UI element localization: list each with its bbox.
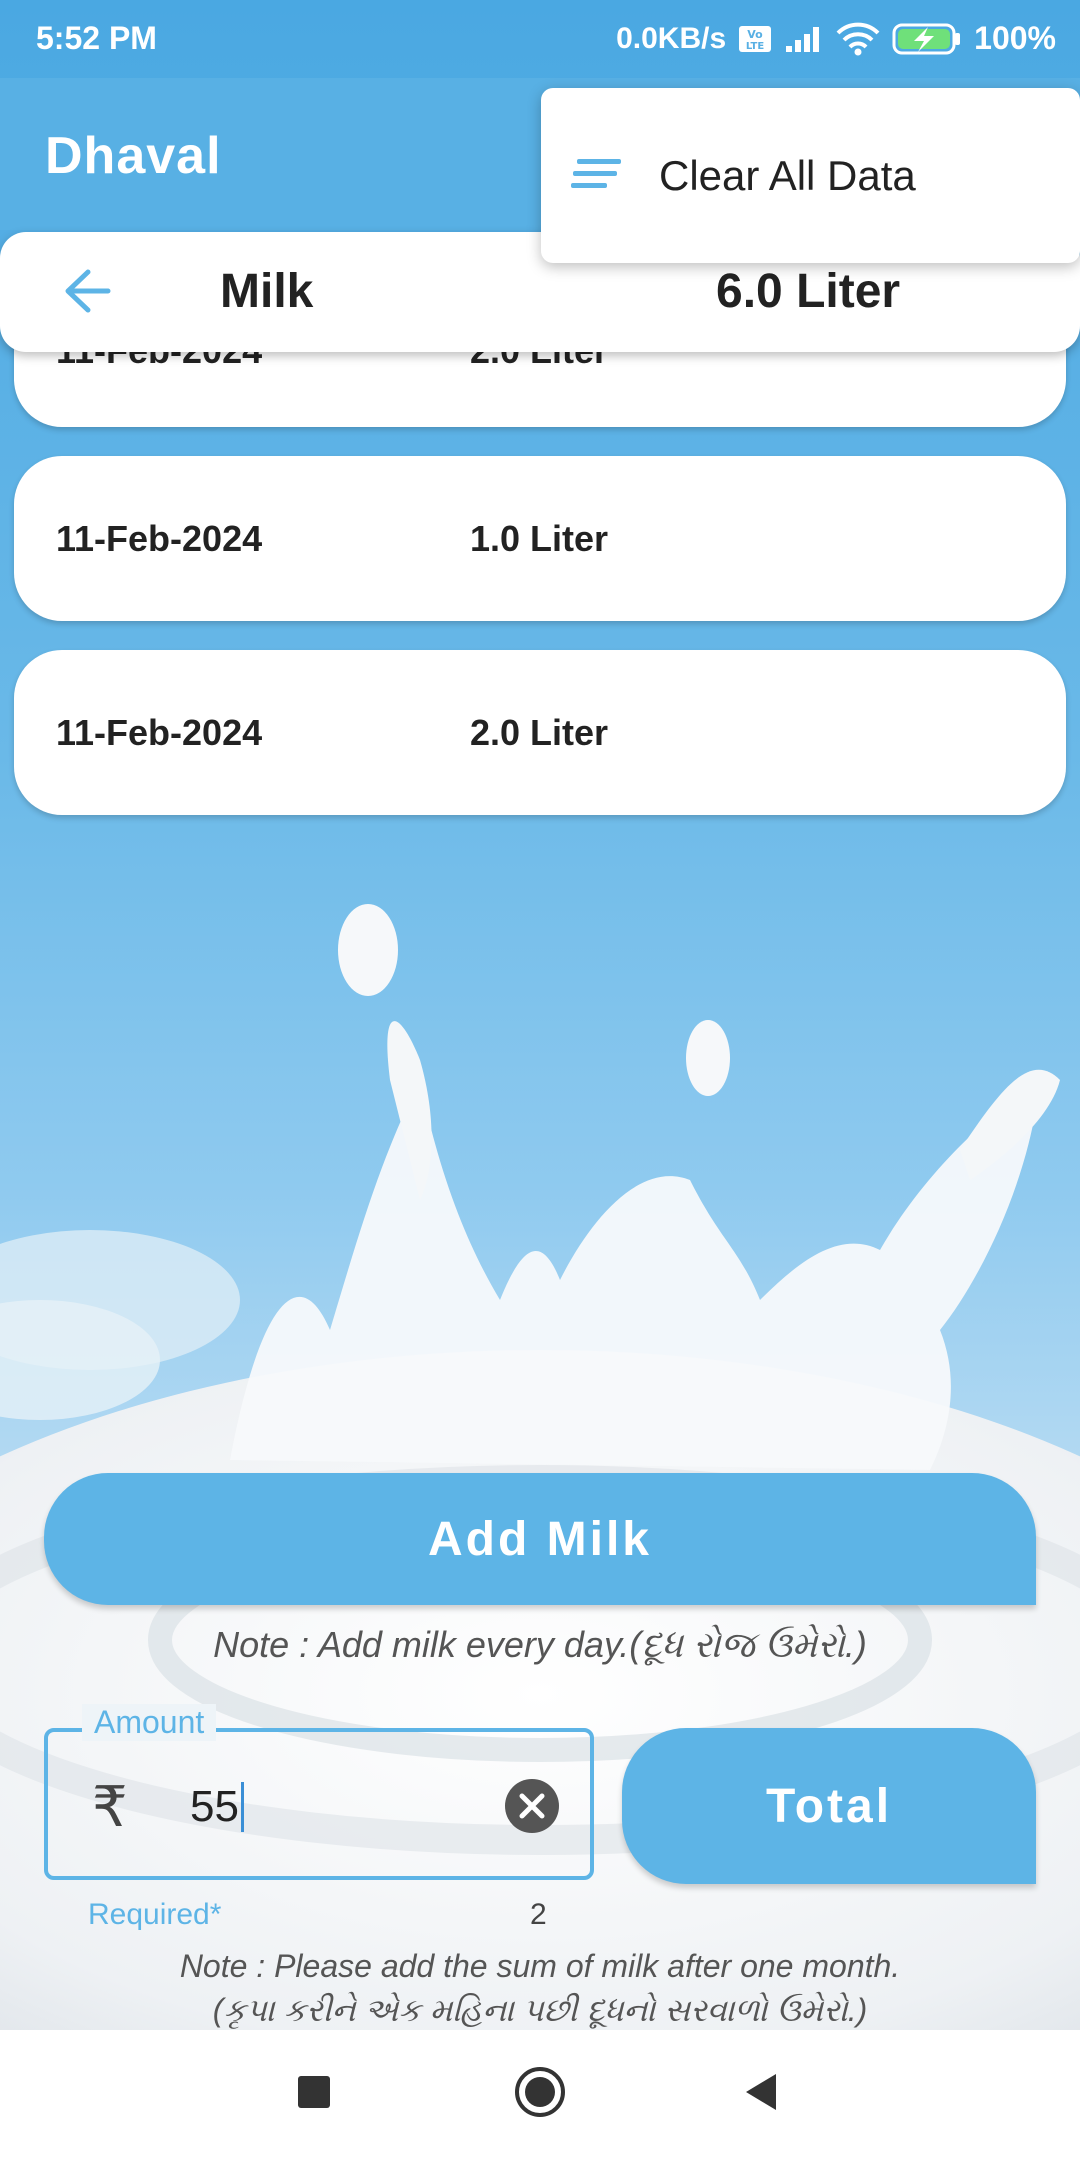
home-circle-icon[interactable] [514, 2066, 566, 2123]
arrow-left-icon[interactable] [62, 268, 112, 319]
app-title: Dhaval [45, 127, 222, 185]
volte-icon: Vo LTE [738, 24, 772, 54]
char-counter: 2 [530, 1898, 547, 1931]
svg-text:LTE: LTE [746, 41, 765, 52]
menu-item-label: Clear All Data [659, 152, 916, 199]
amount-field[interactable]: Amount ₹ 55 [44, 1704, 594, 1880]
wifi-icon [836, 22, 880, 56]
total-button[interactable]: Total [622, 1728, 1036, 1884]
list-item[interactable]: 11-Feb-2024 1.0 Liter [14, 456, 1066, 621]
required-helper: Required* [88, 1898, 222, 1931]
menu-item-clear-all-data[interactable]: Clear All Data [571, 152, 916, 200]
entry-quantity: 2.0 Liter [470, 712, 609, 753]
network-speed: 0.0KB/s [616, 21, 727, 55]
text-caret [240, 1782, 244, 1832]
entry-quantity: 1.0 Liter [470, 518, 609, 559]
monthly-note: Note : Please add the sum of milk after … [0, 1944, 1080, 2032]
sort-lines-icon [571, 157, 623, 196]
add-milk-button[interactable]: Add Milk [44, 1473, 1036, 1605]
system-nav-bar [0, 2030, 1080, 2160]
clear-circle-icon[interactable] [504, 1778, 560, 1839]
svg-text:Vo: Vo [747, 28, 763, 41]
list-item[interactable]: 11-Feb-2024 2.0 Liter [14, 650, 1066, 815]
monthly-note-line1: Note : Please add the sum of milk after … [179, 1948, 901, 1984]
battery-charging-icon [892, 22, 962, 56]
amount-label: Amount [82, 1704, 217, 1741]
battery-percent: 100% [974, 20, 1056, 56]
daily-note: Note : Add milk every day.(દૂધ રોજ ઉમેરો… [213, 1624, 867, 1665]
back-triangle-icon[interactable] [742, 2072, 778, 2117]
entry-date: 11-Feb-2024 [56, 712, 263, 753]
amount-input[interactable]: 55 [190, 1782, 244, 1832]
total-quantity: 6.0 Liter [716, 265, 901, 318]
status-time: 5:52 PM [36, 20, 157, 56]
overflow-menu: Clear All Data [541, 88, 1080, 263]
rupee-prefix: ₹ [92, 1775, 128, 1838]
signal-icon [784, 24, 824, 54]
recents-square-icon[interactable] [296, 2074, 332, 2115]
status-bar: 5:52 PM 0.0KB/s Vo LTE 100% [0, 0, 1080, 78]
amount-value: 55 [190, 1782, 239, 1831]
entry-date: 11-Feb-2024 [56, 518, 263, 559]
product-title: Milk [220, 265, 314, 318]
monthly-note-line2: (કૃપા કરીને એક મહિના પછી દૂધનો સરવાળો ઉમ… [212, 1992, 868, 2028]
